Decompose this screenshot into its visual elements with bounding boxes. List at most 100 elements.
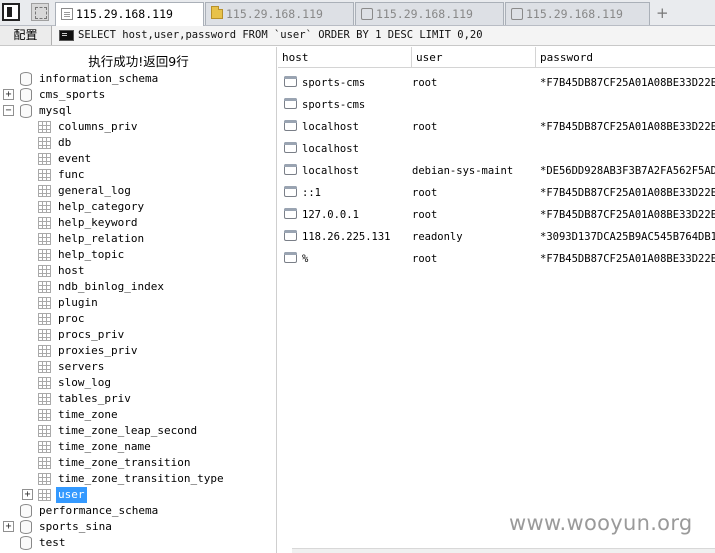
folder-icon (211, 6, 223, 19)
tree-item-mysql[interactable]: − mysql (0, 103, 277, 119)
cell-user[interactable]: root (412, 248, 536, 270)
row-record-icon (284, 186, 297, 197)
tree-item-label: help_topic (58, 248, 125, 261)
expand-toggle-icon[interactable]: + (3, 521, 14, 532)
cell-user[interactable]: root (412, 72, 536, 94)
cell-user[interactable]: readonly (412, 226, 536, 248)
tree-item-sports-sina[interactable]: + sports_sina (0, 519, 277, 535)
tree-item-table-tables-priv[interactable]: tables_priv (0, 391, 277, 407)
table-row[interactable]: % root *F7B45DB87CF25A01A08BE33D22E0 (278, 248, 715, 270)
table-row[interactable]: 118.26.225.131 readonly *3093D137DCA25B9AC… (278, 226, 715, 248)
tree-item-table-procs-priv[interactable]: procs_priv (0, 327, 277, 343)
tree-item-table-help-keyword[interactable]: help_keyword (0, 215, 277, 231)
cell-user[interactable] (412, 138, 536, 160)
cell-password[interactable]: *F7B45DB87CF25A01A08BE33D22E0 (540, 204, 715, 226)
database-icon (20, 520, 32, 534)
database-icon (20, 536, 32, 550)
cell-password[interactable] (540, 94, 715, 116)
cell-user[interactable] (412, 94, 536, 116)
expand-toggle-icon[interactable]: + (3, 89, 14, 100)
tree-item-table-func[interactable]: func (0, 167, 277, 183)
tree-item-table-time-zone-transition[interactable]: time_zone_transition (0, 455, 277, 471)
tree-item-table-columns-priv[interactable]: columns_priv (0, 119, 277, 135)
tab-connection-1[interactable]: 115.29.168.119 (55, 2, 204, 26)
tree-item-table-time-zone-transition-type[interactable]: time_zone_transition_type (0, 471, 277, 487)
cell-user[interactable]: root (412, 182, 536, 204)
cell-host[interactable]: 127.0.0.1 (302, 204, 408, 226)
table-icon (38, 137, 51, 149)
table-row[interactable]: sports-cms root *F7B45DB87CF25A01A08BE33D2… (278, 72, 715, 94)
cell-user[interactable]: root (412, 116, 536, 138)
cell-host[interactable]: 118.26.225.131 (302, 226, 408, 248)
tree-item-table-help-relation[interactable]: help_relation (0, 231, 277, 247)
new-tab-button[interactable]: + (656, 4, 669, 22)
table-icon (38, 249, 51, 261)
cell-host[interactable]: % (302, 248, 408, 270)
cell-password[interactable]: *F7B45DB87CF25A01A08BE33D22E0 (540, 72, 715, 94)
table-row[interactable]: localhost root *F7B45DB87CF25A01A08BE33D22… (278, 116, 715, 138)
tab-bar: 115.29.168.119 115.29.168.119 115.29.168… (0, 0, 715, 26)
table-row[interactable]: 127.0.0.1 root *F7B45DB87CF25A01A08BE33D22… (278, 204, 715, 226)
expand-toggle-icon[interactable]: + (22, 489, 33, 500)
cell-password[interactable]: *3093D137DCA25B9AC545B764DB16 (540, 226, 715, 248)
table-icon (38, 409, 51, 421)
tree-item-table-slow-log[interactable]: slow_log (0, 375, 277, 391)
tree-item-table-db[interactable]: db (0, 135, 277, 151)
tree-item-information-schema[interactable]: information_schema (0, 71, 277, 87)
table-row[interactable]: ::1 root *F7B45DB87CF25A01A08BE33D22E0 (278, 182, 715, 204)
tree-item-table-host[interactable]: host (0, 263, 277, 279)
table-icon (38, 281, 51, 293)
tree-item-table-proxies-priv[interactable]: proxies_priv (0, 343, 277, 359)
tree-item-label: information_schema (39, 72, 159, 85)
cell-password[interactable]: *F7B45DB87CF25A01A08BE33D22E0 (540, 182, 715, 204)
sql-input[interactable]: SELECT host,user,password FROM `user` OR… (78, 26, 708, 45)
cell-user[interactable]: debian-sys-maint (412, 160, 536, 182)
cell-password[interactable]: *F7B45DB87CF25A01A08BE33D22E0 (540, 248, 715, 270)
tree-item-table-time-zone[interactable]: time_zone (0, 407, 277, 423)
tree-item-table-servers[interactable]: servers (0, 359, 277, 375)
cell-user[interactable]: root (412, 204, 536, 226)
cell-password[interactable]: *F7B45DB87CF25A01A08BE33D22E0 (540, 116, 715, 138)
tree-item-test[interactable]: test (0, 535, 277, 551)
config-button[interactable]: 配置 (0, 26, 52, 45)
tab-connection-2[interactable]: 115.29.168.119 (205, 2, 354, 25)
tree-item-table-help-topic[interactable]: help_topic (0, 247, 277, 263)
column-header-password[interactable]: password (536, 47, 715, 68)
cell-password[interactable] (540, 138, 715, 160)
tree-item-table-ndb-binlog-index[interactable]: ndb_binlog_index (0, 279, 277, 295)
column-header-host[interactable]: host (278, 47, 412, 68)
watermark: www.wooyun.org (509, 511, 693, 535)
cell-host[interactable]: localhost (302, 116, 408, 138)
cell-host[interactable]: ::1 (302, 182, 408, 204)
cell-password[interactable]: *DE56DD928AB3F3B7A2FA562F5AD2 (540, 160, 715, 182)
tree-item-table-user[interactable]: + user (0, 487, 277, 503)
tree-item-table-time-zone-name[interactable]: time_zone_name (0, 439, 277, 455)
expand-toggle-icon[interactable]: − (3, 105, 14, 116)
tab-connection-3[interactable]: 115.29.168.119 (355, 2, 504, 25)
cell-host[interactable]: sports-cms (302, 72, 408, 94)
tree-item-cms-sports[interactable]: + cms_sports (0, 87, 277, 103)
table-icon (38, 153, 51, 165)
panel-toggle-icon[interactable] (2, 3, 20, 21)
table-icon (38, 345, 51, 357)
cell-host[interactable]: localhost (302, 160, 408, 182)
tree-item-table-help-category[interactable]: help_category (0, 199, 277, 215)
tree-item-table-plugin[interactable]: plugin (0, 295, 277, 311)
cell-host[interactable]: sports-cms (302, 94, 408, 116)
cell-host[interactable]: localhost (302, 138, 408, 160)
table-icon (38, 329, 51, 341)
horizontal-scrollbar[interactable] (292, 548, 715, 553)
tree-item-table-event[interactable]: event (0, 151, 277, 167)
table-row[interactable]: sports-cms (278, 94, 715, 116)
tab-connection-4[interactable]: 115.29.168.119 (505, 2, 650, 25)
column-header-user[interactable]: user (412, 47, 536, 68)
table-row[interactable]: localhost debian-sys-maint *DE56DD928AB3F3… (278, 160, 715, 182)
tree-item-table-general-log[interactable]: general_log (0, 183, 277, 199)
tree-item-performance-schema[interactable]: performance_schema (0, 503, 277, 519)
tree-item-table-time-zone-leap-second[interactable]: time_zone_leap_second (0, 423, 277, 439)
grid-header: host user password (278, 47, 715, 68)
tree-item-table-proc[interactable]: proc (0, 311, 277, 327)
new-window-icon[interactable] (31, 3, 49, 21)
table-row[interactable]: localhost (278, 138, 715, 160)
tree-item-label: host (58, 264, 85, 277)
